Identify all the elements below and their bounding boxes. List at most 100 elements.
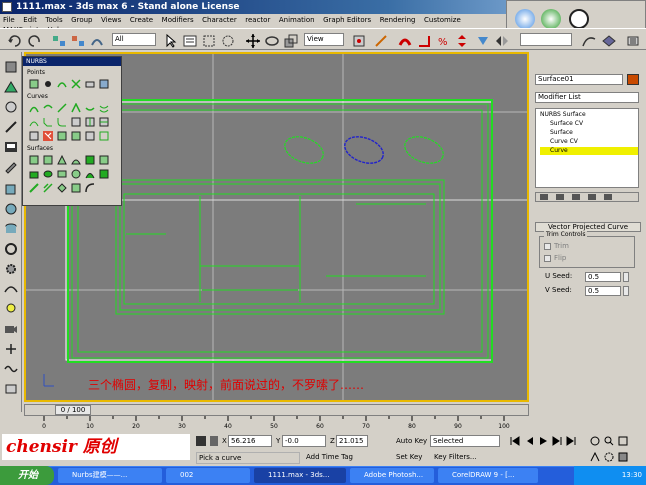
helpers-tool-icon[interactable] (3, 342, 19, 356)
u-seed-spinner[interactable] (623, 272, 629, 282)
mirror-surface-icon[interactable] (99, 155, 109, 165)
key-filters-button[interactable]: Key Filters... (434, 452, 477, 462)
shapes-tool-icon[interactable] (3, 282, 19, 296)
one-rail-sweep-icon[interactable] (29, 183, 39, 193)
maximize-viewport-icon[interactable] (618, 452, 628, 462)
menu-reactor[interactable]: reactor (242, 14, 273, 24)
cylinder-tool-icon[interactable] (3, 222, 19, 236)
curve-point-icon[interactable] (57, 79, 67, 89)
pivot-center-icon[interactable] (350, 32, 366, 48)
swirl-icon[interactable] (569, 9, 589, 29)
stack-item-curve[interactable]: Curve (540, 147, 638, 155)
unlink-icon[interactable] (69, 32, 85, 48)
u-loft-surface-icon[interactable] (85, 169, 95, 179)
pan-icon[interactable] (590, 436, 600, 446)
show-end-result-icon[interactable] (556, 194, 564, 200)
surface-intersection-curve-icon[interactable] (71, 117, 81, 127)
mirror-icon[interactable] (493, 32, 509, 48)
motion-panel-icon[interactable] (3, 120, 19, 134)
select-by-name-icon[interactable] (181, 32, 197, 48)
chamfer-curve-icon[interactable] (43, 117, 53, 127)
configure-modifier-sets-icon[interactable] (604, 194, 612, 200)
render-scene-icon[interactable] (600, 32, 616, 48)
menu-edit[interactable]: Edit (20, 14, 40, 24)
trim-checkbox[interactable] (544, 243, 551, 250)
select-object-icon[interactable] (162, 32, 178, 48)
surface-point-icon[interactable] (85, 79, 95, 89)
y-coordinate-field[interactable]: -0.0 (282, 435, 326, 447)
menu-animation[interactable]: Animation (276, 14, 318, 24)
frame-counter[interactable]: 0 / 100 (55, 405, 91, 415)
set-key-button[interactable]: Set Key (396, 452, 422, 462)
auto-key-button[interactable]: Auto Key (396, 436, 427, 446)
systems-tool-icon[interactable] (3, 382, 19, 396)
menu-customize[interactable]: Customize (421, 14, 464, 24)
named-selection-sets-dropdown[interactable] (520, 33, 572, 46)
modifier-list-dropdown[interactable]: Modifier List (535, 92, 639, 103)
previous-frame-icon[interactable] (524, 436, 534, 446)
taskbar-item-photoshop[interactable]: Adobe Photosh... (350, 468, 434, 483)
x-coordinate-field[interactable]: 56.216 (228, 435, 272, 447)
palette-title[interactable]: NURBS (23, 57, 121, 66)
menu-character[interactable]: Character (199, 14, 240, 24)
select-link-icon[interactable] (50, 32, 66, 48)
menu-group[interactable]: Group (68, 14, 95, 24)
taskbar-item-002[interactable]: 002 (166, 468, 250, 483)
flip-checkbox[interactable] (544, 255, 551, 262)
cv-curve-icon[interactable] (29, 103, 39, 113)
absolute-mode-icon[interactable] (210, 436, 218, 446)
menu-rendering[interactable]: Rendering (377, 14, 419, 24)
create-panel-icon[interactable] (3, 60, 19, 74)
point-curve-on-surface-icon[interactable] (71, 131, 81, 141)
time-slider[interactable]: 0 / 100 (24, 404, 529, 416)
menu-create[interactable]: Create (127, 14, 156, 24)
stack-item-surface-cv[interactable]: Surface CV (550, 120, 583, 128)
add-time-tag-button[interactable]: Add Time Tag (306, 452, 353, 462)
fillet-curve-icon[interactable] (57, 117, 67, 127)
redo-icon[interactable] (25, 32, 41, 48)
network-icon[interactable] (541, 9, 561, 29)
start-button[interactable]: 开始 (0, 466, 54, 485)
select-manipulate-icon[interactable] (372, 32, 388, 48)
blend-surface-icon[interactable] (71, 155, 81, 165)
camera-tool-icon[interactable] (3, 322, 19, 336)
transform-surface-icon[interactable] (57, 154, 67, 165)
object-color-swatch[interactable] (627, 74, 639, 85)
undo-icon[interactable] (6, 32, 22, 48)
v-seed-spinner[interactable] (623, 286, 629, 296)
percent-snap-icon[interactable]: % (434, 32, 450, 48)
lathe-surface-icon[interactable] (43, 169, 53, 179)
box-tool-icon[interactable] (3, 182, 19, 196)
menu-file[interactable]: File (0, 14, 18, 24)
cv-surface-icon[interactable] (29, 155, 39, 165)
blend-curve-icon[interactable] (85, 103, 95, 113)
zoom-icon[interactable] (604, 436, 614, 446)
menu-modifiers[interactable]: Modifiers (159, 14, 197, 24)
taskbar-item-nurbs-tutorial[interactable]: Nurbs建模——... (58, 468, 162, 483)
modifier-stack[interactable]: NURBS Surface Surface CV Surface Curve C… (535, 108, 639, 188)
utilities-panel-icon[interactable] (3, 160, 19, 174)
snap-toggle-icon[interactable] (396, 32, 412, 48)
surface-curve-point-icon[interactable] (99, 79, 109, 89)
angle-snap-icon[interactable] (415, 32, 431, 48)
pin-stack-icon[interactable] (540, 194, 548, 200)
bind-space-warp-icon[interactable] (88, 32, 104, 48)
u-seed-field[interactable]: 0.5 (585, 272, 621, 282)
rotate-icon[interactable] (263, 32, 279, 48)
space-warps-tool-icon[interactable] (3, 362, 19, 376)
u-iso-curve-icon[interactable] (85, 117, 95, 127)
modify-panel-icon[interactable] (3, 80, 19, 94)
cv-curve-on-surface-icon[interactable] (57, 131, 67, 141)
named-selection-icon[interactable] (474, 32, 490, 48)
extrude-surface-icon[interactable] (29, 169, 39, 179)
vector-projected-curve-icon[interactable] (43, 131, 53, 141)
z-coordinate-field[interactable]: 21.015 (336, 435, 368, 447)
track-bar[interactable]: 0 10 20 30 40 50 60 70 80 90 100 (24, 416, 529, 430)
zoom-extents-icon[interactable] (618, 436, 628, 446)
menu-tools[interactable]: Tools (42, 14, 65, 24)
menu-views[interactable]: Views (98, 14, 124, 24)
offset-curve-icon[interactable] (99, 103, 109, 113)
two-rail-sweep-icon[interactable] (43, 183, 53, 193)
cap-surface-icon[interactable] (71, 169, 81, 179)
fit-curve-icon[interactable] (57, 103, 67, 113)
